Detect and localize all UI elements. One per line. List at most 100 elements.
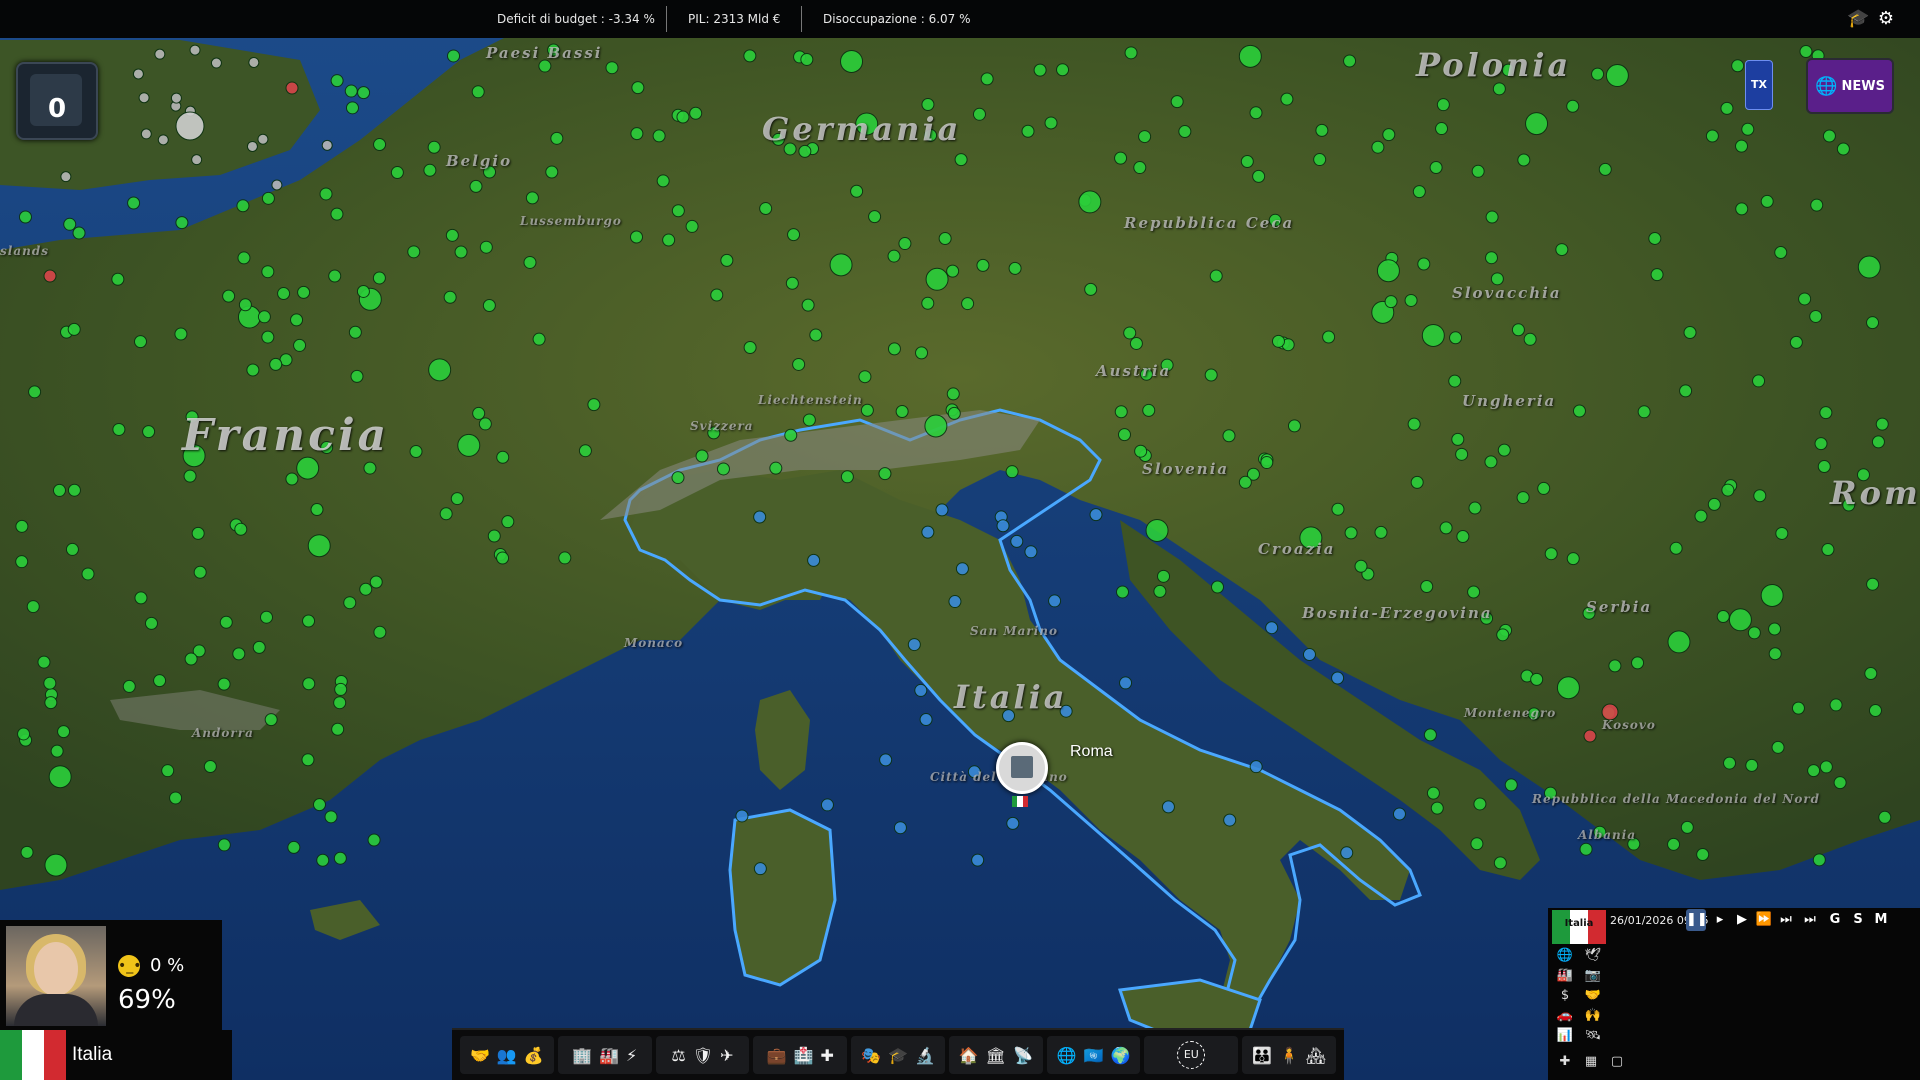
dollar-icon[interactable]: $ (1556, 988, 1574, 1004)
facility-marker[interactable] (1789, 335, 1803, 349)
facility-marker[interactable] (1504, 778, 1518, 792)
graduation-cap-icon[interactable]: 🎓 (888, 1046, 908, 1065)
facility-marker[interactable] (487, 529, 501, 543)
italy-facility-marker[interactable] (1265, 621, 1279, 635)
facility-marker[interactable] (169, 791, 183, 805)
facility-marker[interactable] (1384, 295, 1398, 309)
italy-facility-marker[interactable] (1392, 807, 1406, 821)
facility-marker[interactable] (369, 575, 383, 589)
italy-facility-marker[interactable] (1249, 760, 1263, 774)
facility-marker[interactable] (1735, 202, 1749, 216)
facility-marker[interactable] (319, 187, 333, 201)
facility-marker[interactable] (710, 288, 724, 302)
facility-marker[interactable] (269, 357, 283, 371)
facility-marker[interactable] (1694, 509, 1708, 523)
facility-marker[interactable] (478, 417, 492, 431)
factory-small-icon[interactable]: 🏭 (1556, 968, 1574, 984)
facility-marker[interactable] (1021, 124, 1035, 138)
facility-marker[interactable] (1429, 161, 1443, 175)
facility-marker[interactable] (1134, 444, 1148, 458)
facility-marker[interactable] (217, 838, 231, 852)
un-icon[interactable]: 🇺🇳 (1084, 1046, 1104, 1065)
facility-marker[interactable] (293, 338, 307, 352)
facility-marker[interactable] (1344, 526, 1358, 540)
facility-marker[interactable] (1439, 521, 1453, 535)
italy-facility-marker[interactable] (753, 862, 767, 876)
facility-marker[interactable] (447, 49, 461, 63)
speed-month-button[interactable]: M (1871, 909, 1891, 931)
facility-marker[interactable] (482, 298, 496, 312)
facility-marker[interactable] (840, 49, 864, 73)
facility-marker[interactable] (496, 450, 510, 464)
alert-marker[interactable] (285, 81, 299, 95)
fastest-button[interactable]: ⏭ (1800, 909, 1820, 931)
facility-marker[interactable] (1871, 435, 1885, 449)
bar-chart-icon[interactable]: 📊 (1556, 1028, 1574, 1044)
facility-marker[interactable] (921, 97, 935, 111)
facility-marker[interactable] (1467, 585, 1481, 599)
facility-marker[interactable] (363, 461, 377, 475)
facility-marker[interactable] (324, 810, 338, 824)
facility-marker[interactable] (142, 425, 156, 439)
facility-marker[interactable] (1819, 406, 1833, 420)
facility-marker[interactable] (1407, 417, 1421, 431)
facility-marker[interactable] (246, 363, 260, 377)
plus-icon[interactable]: ✚ (1556, 1054, 1574, 1070)
facility-marker[interactable] (1497, 443, 1511, 457)
facility-marker[interactable] (921, 296, 935, 310)
faster-button[interactable]: ⏭ (1776, 909, 1796, 931)
facility-marker[interactable] (330, 74, 344, 88)
facility-marker[interactable] (372, 271, 386, 285)
facility-marker[interactable] (445, 228, 459, 242)
facility-marker[interactable] (1436, 98, 1450, 112)
facility-marker[interactable] (1468, 501, 1482, 515)
facility-marker[interactable] (1731, 59, 1745, 73)
facility-marker[interactable] (333, 696, 347, 710)
facility-marker[interactable] (1117, 428, 1131, 442)
facility-marker[interactable] (20, 845, 34, 859)
facility-marker[interactable] (1178, 125, 1192, 139)
italy-facility-marker[interactable] (1006, 816, 1020, 830)
facility-marker[interactable] (1114, 405, 1128, 419)
facility-marker[interactable] (1412, 185, 1426, 199)
alert-marker[interactable] (43, 269, 57, 283)
facility-marker[interactable] (1598, 162, 1612, 176)
facility-marker[interactable] (144, 616, 158, 630)
facility-marker[interactable] (57, 725, 71, 739)
facility-marker[interactable] (17, 727, 31, 741)
facility-marker[interactable] (1044, 116, 1058, 130)
facility-marker[interactable] (578, 444, 592, 458)
facility-marker[interactable] (1371, 140, 1385, 154)
facility-marker[interactable] (1650, 268, 1664, 282)
toolbar-group-eu[interactable]: EU (1144, 1036, 1239, 1074)
facility-marker[interactable] (1833, 776, 1847, 790)
facility-marker[interactable] (1129, 336, 1143, 350)
facility-marker[interactable] (217, 677, 231, 691)
facility-marker[interactable] (409, 444, 423, 458)
facility-marker[interactable] (1544, 547, 1558, 561)
facility-marker[interactable] (1421, 323, 1445, 347)
facility-marker[interactable] (1455, 447, 1469, 461)
handshake-icon[interactable]: 🤝 (1584, 988, 1602, 1004)
facility-marker[interactable] (980, 72, 994, 86)
facility-marker[interactable] (203, 759, 217, 773)
facility-marker[interactable] (1374, 525, 1388, 539)
facility-marker[interactable] (1768, 647, 1782, 661)
facility-marker[interactable] (840, 470, 854, 484)
facility-marker[interactable] (454, 245, 468, 259)
globe-icon[interactable]: 🌐 (1556, 948, 1574, 964)
facility-marker[interactable] (343, 596, 357, 610)
grid-icon[interactable]: ▦ (1582, 1054, 1600, 1070)
unemployment-stat[interactable]: Disoccupazione : 6.07 % (823, 0, 971, 38)
facility-marker[interactable] (333, 851, 347, 865)
facility-marker[interactable] (232, 647, 246, 661)
building-marker[interactable] (170, 92, 182, 104)
facility-marker[interactable] (44, 853, 68, 877)
handshake-icon[interactable]: 🤝 (470, 1046, 490, 1065)
facility-marker[interactable] (334, 682, 348, 696)
facility-marker[interactable] (1033, 63, 1047, 77)
facility-marker[interactable] (316, 853, 330, 867)
facility-marker[interactable] (18, 210, 32, 224)
facility-marker[interactable] (1555, 243, 1569, 257)
facility-marker[interactable] (809, 328, 823, 342)
